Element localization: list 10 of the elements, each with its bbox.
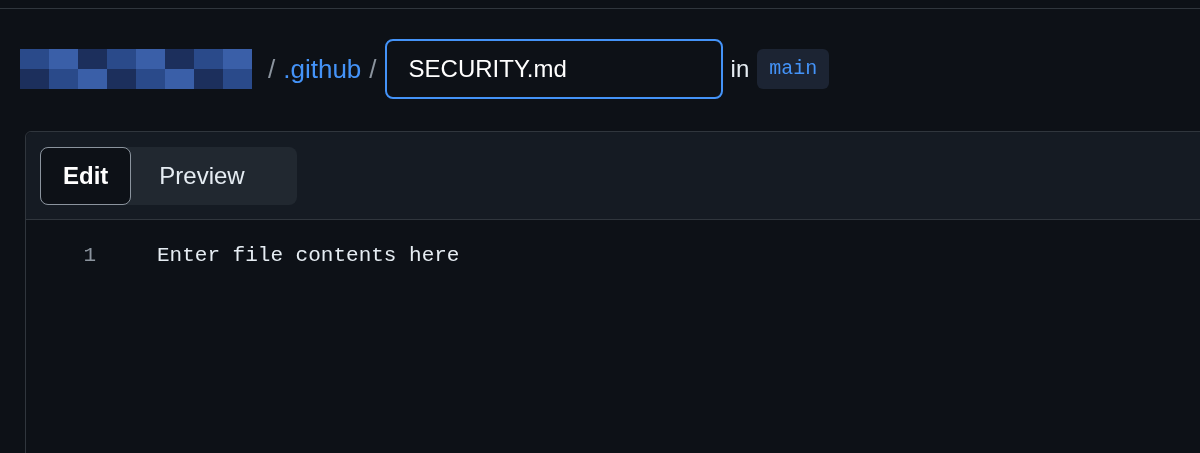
code-line: Enter file contents here [157,243,460,270]
folder-link[interactable]: .github [283,49,362,89]
editor-tab[interactable]: Preview [131,146,273,205]
line-number: 1 [82,243,96,270]
editor-tab[interactable]: Edit [40,146,132,205]
path-separator: / [369,52,377,86]
path-separator: / [268,52,276,86]
branch-badge: main [757,49,830,89]
branch-prefix: in [730,54,750,84]
filename-input[interactable]: SECURITY.md [384,39,723,99]
